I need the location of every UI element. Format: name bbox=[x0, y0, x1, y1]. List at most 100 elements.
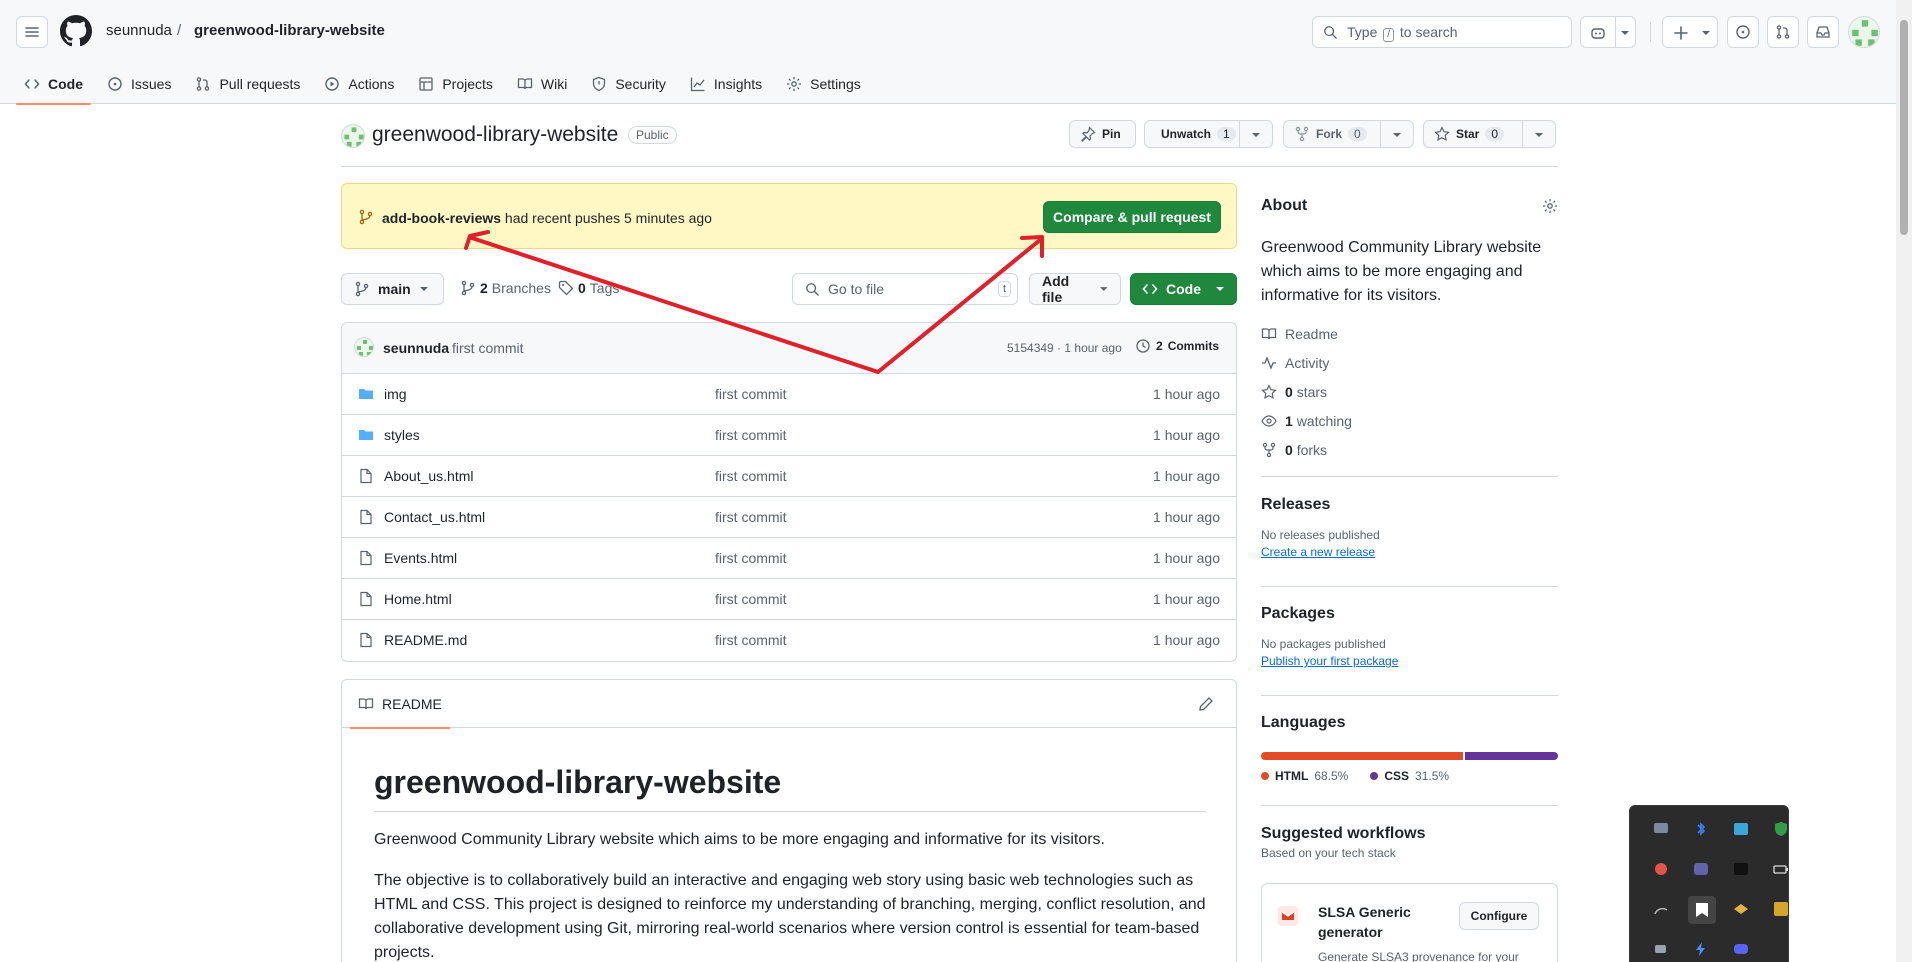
file-name[interactable]: img bbox=[384, 386, 407, 402]
teams-icon[interactable] bbox=[1692, 860, 1710, 878]
tray-app-icon[interactable] bbox=[1732, 900, 1750, 918]
bluetooth-icon[interactable] bbox=[1692, 820, 1710, 838]
tab-code[interactable]: Code bbox=[16, 64, 91, 105]
forks-link[interactable]: 0 forks bbox=[1261, 435, 1558, 464]
tab-actions[interactable]: Actions bbox=[316, 64, 402, 104]
breadcrumb-owner[interactable]: seunnuda bbox=[106, 22, 172, 39]
watching-link[interactable]: 1 watching bbox=[1261, 406, 1558, 435]
pushed-branch-link[interactable]: add-book-reviews bbox=[382, 210, 501, 226]
commit-author-avatar[interactable] bbox=[354, 337, 374, 357]
gear-icon[interactable] bbox=[1542, 198, 1558, 214]
tray-app-icon[interactable] bbox=[1652, 860, 1670, 878]
configure-button[interactable]: Configure bbox=[1459, 902, 1539, 930]
tab-wiki[interactable]: Wiki bbox=[509, 64, 575, 104]
user-avatar[interactable] bbox=[1848, 16, 1880, 48]
tab-settings[interactable]: Settings bbox=[778, 64, 869, 104]
github-logo-icon[interactable] bbox=[60, 15, 92, 47]
file-name[interactable]: README.md bbox=[384, 632, 467, 648]
tab-issues[interactable]: Issues bbox=[99, 64, 179, 104]
compare-pull-request-button[interactable]: Compare & pull request bbox=[1043, 201, 1221, 233]
unwatch-button[interactable]: Unwatch 1 bbox=[1144, 120, 1240, 148]
star-dropdown[interactable] bbox=[1522, 120, 1556, 148]
tray-app-icon[interactable] bbox=[1772, 900, 1790, 918]
commits-link[interactable]: 2 Commits bbox=[1135, 338, 1219, 354]
menu-button[interactable] bbox=[16, 16, 48, 48]
tab-security[interactable]: Security bbox=[583, 64, 674, 104]
stars-link[interactable]: 0 stars bbox=[1261, 377, 1558, 406]
create-new-button[interactable] bbox=[1662, 16, 1718, 48]
file-name[interactable]: Home.html bbox=[384, 591, 452, 607]
code-dropdown-button[interactable]: Code bbox=[1130, 273, 1237, 305]
pencil-icon[interactable] bbox=[1198, 696, 1214, 712]
file-commit-message[interactable]: first commit bbox=[715, 386, 787, 402]
file-row[interactable]: Home.html first commit 1 hour ago bbox=[342, 579, 1236, 620]
scrollbar-thumb[interactable] bbox=[1900, 20, 1908, 235]
page-scrollbar[interactable] bbox=[1896, 0, 1912, 962]
file-name[interactable]: Events.html bbox=[384, 550, 457, 566]
file-name[interactable]: About_us.html bbox=[384, 468, 474, 484]
fork-button[interactable]: Fork 0 bbox=[1283, 120, 1381, 148]
file-row[interactable]: styles first commit 1 hour ago bbox=[342, 415, 1236, 456]
file-commit-message[interactable]: first commit bbox=[715, 427, 787, 443]
tab-pull-requests[interactable]: Pull requests bbox=[187, 64, 308, 104]
readme-tab[interactable]: README bbox=[350, 680, 450, 729]
tray-chat-icon[interactable] bbox=[1652, 820, 1670, 838]
activity-link[interactable]: Activity bbox=[1261, 348, 1558, 377]
publish-package-link[interactable]: Publish your first package bbox=[1261, 654, 1558, 668]
add-file-button[interactable]: Add file bbox=[1029, 273, 1121, 305]
packages-title[interactable]: Packages bbox=[1261, 605, 1558, 623]
file-row[interactable]: README.md first commit 1 hour ago bbox=[342, 620, 1236, 661]
file-commit-message[interactable]: first commit bbox=[715, 591, 787, 607]
search-shortcut-key: / bbox=[1383, 28, 1395, 42]
repo-owner-avatar[interactable] bbox=[341, 124, 365, 148]
lightning-icon[interactable] bbox=[1692, 940, 1710, 958]
file-commit-message[interactable]: first commit bbox=[715, 632, 787, 648]
pin-button[interactable]: Pin bbox=[1069, 120, 1136, 148]
file-commit-message[interactable]: first commit bbox=[715, 550, 787, 566]
releases-title[interactable]: Releases bbox=[1261, 496, 1558, 514]
chevron-down-icon bbox=[1393, 133, 1401, 137]
tab-projects[interactable]: Projects bbox=[410, 64, 501, 104]
file-name[interactable]: Contact_us.html bbox=[384, 509, 485, 525]
tags-link[interactable]: 0 Tags bbox=[558, 280, 619, 296]
readme-paragraph: The objective is to collaboratively buil… bbox=[374, 872, 1206, 961]
wifi-icon[interactable] bbox=[1652, 900, 1670, 918]
create-release-link[interactable]: Create a new release bbox=[1261, 545, 1558, 559]
go-to-file-input[interactable]: Go to file t bbox=[792, 273, 1018, 305]
fork-dropdown[interactable] bbox=[1380, 120, 1414, 148]
file-row[interactable]: About_us.html first commit 1 hour ago bbox=[342, 456, 1236, 497]
tray-app-icon[interactable] bbox=[1652, 940, 1670, 958]
security-tray-icon[interactable] bbox=[1772, 820, 1790, 838]
workflow-name[interactable]: SLSA Generic generator bbox=[1318, 902, 1438, 942]
repo-title[interactable]: greenwood-library-website bbox=[372, 123, 618, 147]
file-commit-message[interactable]: first commit bbox=[715, 468, 787, 484]
search-input[interactable]: Type / to search bbox=[1312, 16, 1572, 48]
pull-requests-button[interactable] bbox=[1767, 16, 1799, 48]
issues-button[interactable] bbox=[1727, 16, 1759, 48]
star-button[interactable]: Star 0 bbox=[1423, 120, 1523, 148]
tab-insights[interactable]: Insights bbox=[682, 64, 770, 104]
file-row[interactable]: img first commit 1 hour ago bbox=[342, 374, 1236, 415]
inbox-icon bbox=[1816, 26, 1830, 38]
copilot-button[interactable] bbox=[1580, 16, 1636, 48]
commit-author[interactable]: seunnuda bbox=[383, 340, 449, 356]
file-name[interactable]: styles bbox=[384, 427, 420, 443]
branches-link[interactable]: 2 Branches bbox=[460, 280, 551, 296]
language-item-css[interactable]: CSS 31.5% bbox=[1370, 769, 1449, 783]
language-item-html[interactable]: HTML 68.5% bbox=[1261, 769, 1348, 783]
commit-message[interactable]: first commit bbox=[452, 340, 524, 356]
commit-hash-time[interactable]: 5154349 · 1 hour ago bbox=[1007, 341, 1122, 355]
inbox-button[interactable] bbox=[1807, 16, 1839, 48]
file-commit-message[interactable]: first commit bbox=[715, 509, 787, 525]
discord-icon[interactable] bbox=[1732, 940, 1750, 958]
watch-dropdown[interactable] bbox=[1239, 120, 1273, 148]
file-row[interactable]: Contact_us.html first commit 1 hour ago bbox=[342, 497, 1236, 538]
tray-selected-app-icon[interactable] bbox=[1688, 896, 1716, 924]
readme-link[interactable]: Readme bbox=[1261, 319, 1558, 348]
breadcrumb-repo[interactable]: greenwood-library-website bbox=[194, 22, 385, 39]
tray-app-icon[interactable] bbox=[1732, 860, 1750, 878]
tray-app-icon[interactable] bbox=[1732, 820, 1750, 838]
file-row[interactable]: Events.html first commit 1 hour ago bbox=[342, 538, 1236, 579]
battery-icon[interactable] bbox=[1772, 860, 1790, 878]
branch-selector[interactable]: main bbox=[341, 273, 444, 305]
